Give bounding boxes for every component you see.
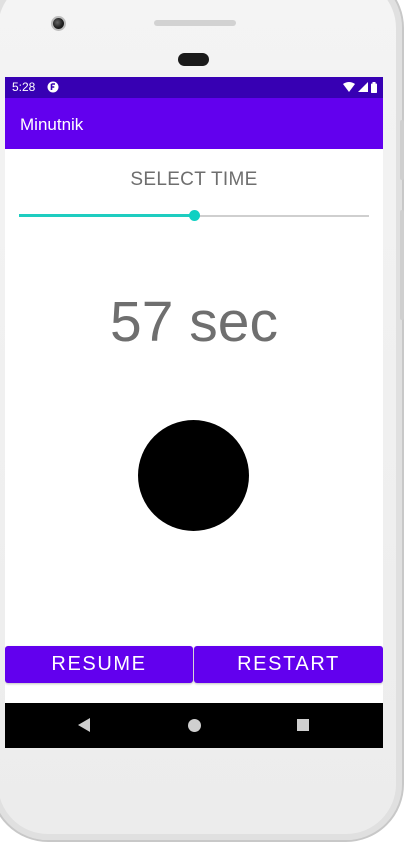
earpiece-icon — [178, 53, 209, 66]
app-bar: Minutnik — [5, 98, 383, 149]
speaker-slit — [154, 20, 236, 26]
timer-circle — [138, 420, 249, 531]
back-icon[interactable] — [74, 715, 94, 735]
phone-frame: 5:28 Minutnik SELECT TIME 57 sec RESUME … — [0, 0, 404, 842]
time-display: 57 sec — [110, 290, 278, 354]
front-camera-icon — [51, 16, 66, 31]
battery-icon — [371, 81, 377, 93]
power-button — [400, 120, 404, 180]
slider-thumb[interactable] — [189, 210, 200, 221]
wifi-icon — [343, 81, 355, 92]
notification-app-icon — [47, 81, 59, 93]
home-icon[interactable] — [184, 715, 204, 735]
app-title: Minutnik — [20, 115, 84, 134]
select-time-label: SELECT TIME — [130, 169, 258, 190]
volume-button — [400, 210, 404, 320]
navigation-bar — [5, 703, 383, 748]
signal-icon — [358, 81, 368, 92]
recents-icon[interactable] — [293, 715, 313, 735]
status-bar: 5:28 — [5, 77, 383, 98]
restart-button[interactable]: RESTART — [194, 646, 383, 683]
time-slider[interactable] — [19, 206, 369, 226]
status-icons — [343, 80, 377, 94]
slider-fill — [19, 214, 194, 217]
resume-button[interactable]: RESUME — [5, 646, 193, 683]
app-screen: 5:28 Minutnik SELECT TIME 57 sec RESUME … — [5, 77, 383, 748]
status-time: 5:28 — [12, 80, 36, 94]
